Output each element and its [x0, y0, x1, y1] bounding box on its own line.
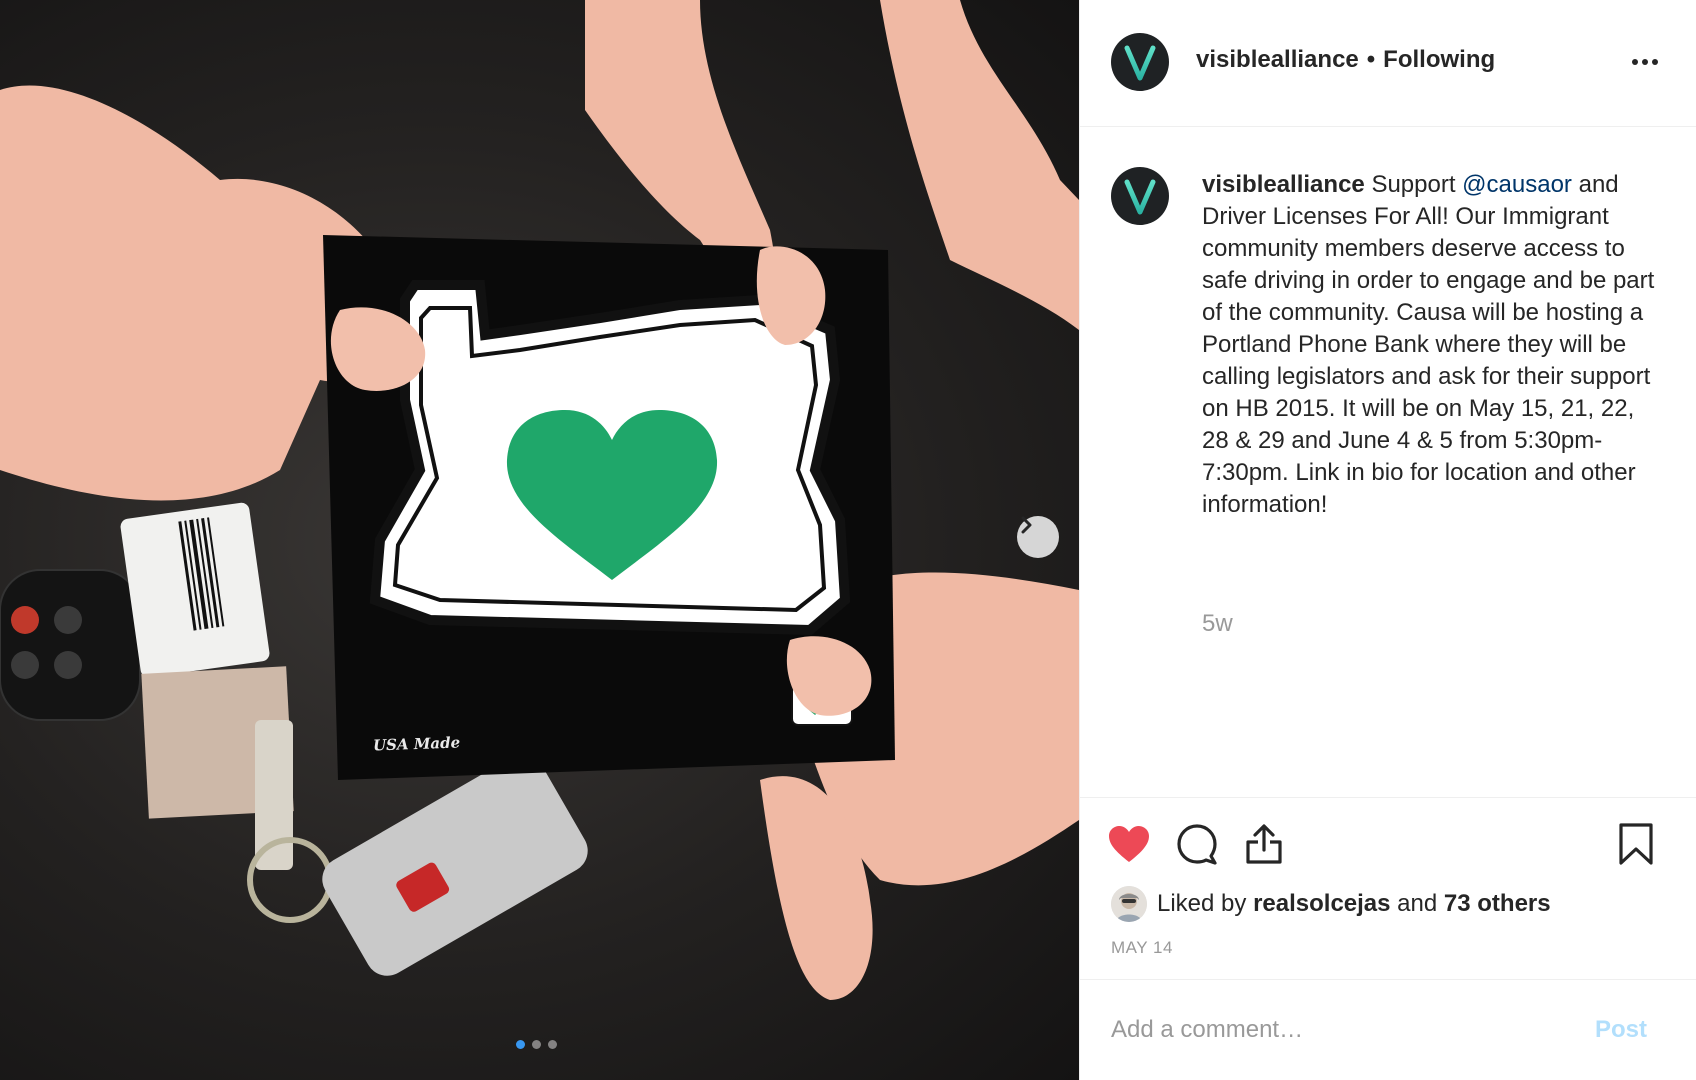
likes-count-link[interactable]: 73 others [1444, 890, 1551, 917]
heart-icon [1109, 826, 1149, 862]
carousel-indicator [516, 1040, 557, 1049]
caption-author-avatar[interactable] [1111, 167, 1169, 225]
post-time-ago[interactable]: 5w [1202, 610, 1233, 638]
like-button[interactable] [1105, 820, 1153, 868]
post-photo[interactable]: USA Made [0, 0, 1079, 1080]
post-header: visiblealliance • Following [1080, 0, 1696, 127]
header-author-line: visiblealliance • Following [1196, 46, 1495, 74]
post-comment-button[interactable]: Post [1595, 1016, 1647, 1044]
comment-button[interactable] [1173, 820, 1221, 868]
liked-by-middle: and [1390, 890, 1444, 917]
v-logo-icon [1124, 45, 1156, 81]
caption-text-prefix: Support [1371, 171, 1463, 198]
instagram-post-modal: USA Made visiblealliance • Following vis… [0, 0, 1696, 1080]
caption-text: and Driver Licenses For All! Our Immigra… [1202, 171, 1655, 518]
caption-section: visiblealliance Support @causaor and Dri… [1080, 127, 1696, 797]
liked-by-prefix: Liked by [1157, 890, 1254, 917]
bookmark-icon [1619, 823, 1653, 865]
share-button[interactable] [1240, 820, 1288, 868]
caption-mention-link[interactable]: @causaor [1462, 171, 1572, 198]
caption-username-link[interactable]: visiblealliance [1202, 171, 1365, 198]
comment-input[interactable] [1111, 1010, 1571, 1050]
v-logo-icon [1124, 179, 1156, 215]
carousel-dot-1 [516, 1040, 525, 1049]
post-actions: Liked by realsolcejas and 73 others MAY … [1080, 797, 1696, 979]
more-options-icon [1632, 59, 1658, 65]
photo-illustration [0, 0, 1079, 1000]
comment-form: Post [1080, 979, 1696, 1080]
liker-username-link[interactable]: realsolcejas [1253, 890, 1390, 917]
carousel-dot-3 [548, 1040, 557, 1049]
user-avatar-icon [1111, 886, 1147, 922]
more-options-button[interactable] [1625, 50, 1665, 74]
likes-summary: Liked by realsolcejas and 73 others [1111, 886, 1551, 922]
following-button[interactable]: Following [1383, 46, 1495, 74]
chevron-right-icon [1021, 516, 1032, 534]
header-username-link[interactable]: visiblealliance [1196, 46, 1359, 74]
liker-avatar[interactable] [1111, 886, 1147, 922]
share-icon [1246, 824, 1282, 864]
header-separator: • [1366, 46, 1376, 73]
post-caption: visiblealliance Support @causaor and Dri… [1202, 169, 1657, 521]
post-date[interactable]: MAY 14 [1111, 938, 1173, 958]
save-button[interactable] [1612, 820, 1660, 868]
author-avatar[interactable] [1111, 33, 1169, 91]
sticker-usa-made-text: USA Made [372, 733, 461, 755]
next-slide-button[interactable] [1017, 516, 1059, 558]
comment-icon [1177, 824, 1217, 865]
post-side-panel: visiblealliance • Following visibleallia… [1079, 0, 1696, 1080]
likes-text: Liked by realsolcejas and 73 others [1157, 890, 1551, 918]
carousel-dot-2 [532, 1040, 541, 1049]
